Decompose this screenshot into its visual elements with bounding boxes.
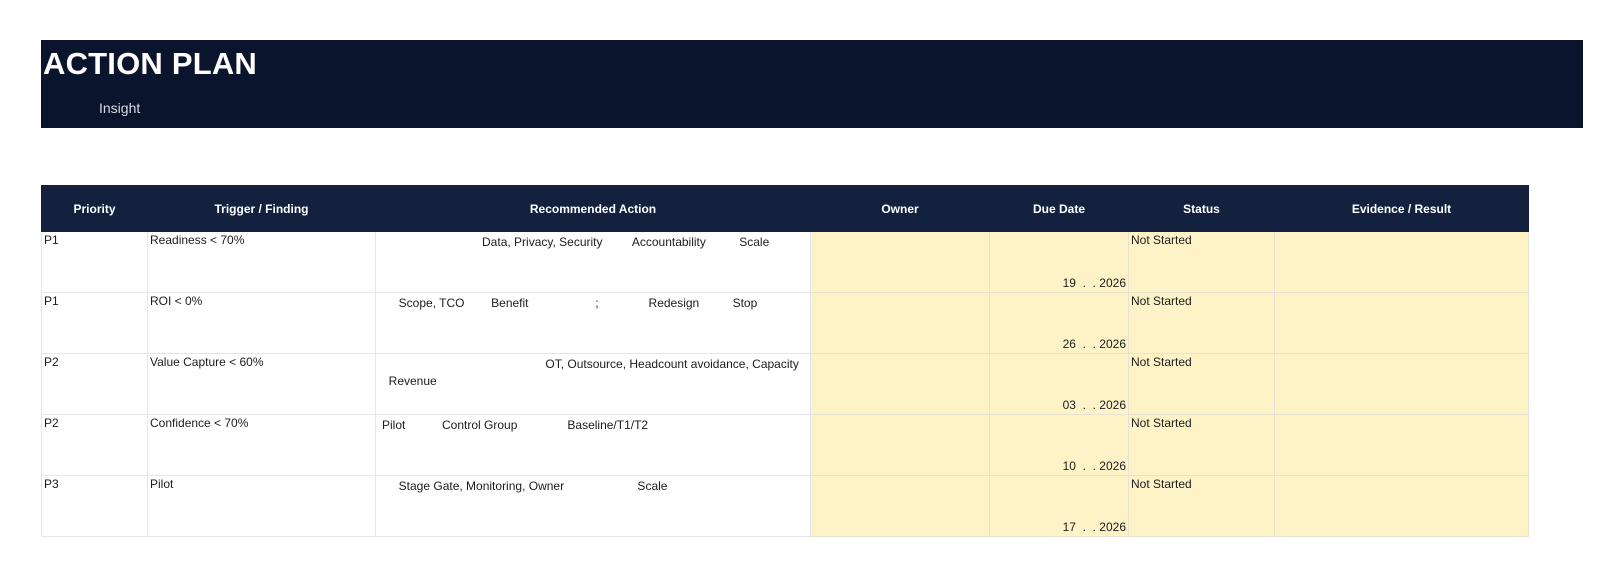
action-line: Pilot Control Group Baseline/T1/T2 [382, 418, 649, 432]
page-title: ACTION PLAN [43, 46, 258, 81]
cell-priority[interactable]: P1 [41, 292, 148, 354]
due-date-value: 10 . . 2026 [1062, 459, 1126, 473]
cell-due-date[interactable]: 03 . . 2026 [989, 353, 1129, 415]
cell-due-date[interactable]: 10 . . 2026 [989, 414, 1129, 476]
cell-priority[interactable]: P2 [41, 414, 148, 476]
cell-owner[interactable] [810, 353, 990, 415]
cell-priority[interactable]: P1 [41, 231, 148, 293]
table-row: P1 Readiness < 70% Data, Privacy, Securi… [41, 231, 1529, 293]
due-date-value: 17 . . 2026 [1062, 520, 1126, 534]
cell-action[interactable]: Pilot Control Group Baseline/T1/T2 [375, 414, 811, 476]
cell-priority[interactable]: P3 [41, 475, 148, 537]
header-owner[interactable]: Owner [810, 185, 990, 232]
cell-evidence[interactable] [1274, 292, 1529, 354]
header-due-date[interactable]: Due Date [989, 185, 1129, 232]
cell-evidence[interactable] [1274, 353, 1529, 415]
cell-status[interactable]: Not Started [1128, 414, 1275, 476]
cell-owner[interactable] [810, 231, 990, 293]
header-priority[interactable]: Priority [41, 185, 148, 232]
action-line: Scope, TCO Benefit ; Redesign Stop [382, 296, 758, 310]
due-date-value: 03 . . 2026 [1062, 398, 1126, 412]
cell-owner[interactable] [810, 414, 990, 476]
cell-status[interactable]: Not Started [1128, 353, 1275, 415]
table-row: P3 Pilot Stage Gate, Monitoring, Owner S… [41, 475, 1529, 537]
table-row: P2 Confidence < 70% Pilot Control Group … [41, 414, 1529, 476]
page-subtitle: Insight [99, 100, 141, 116]
cell-status[interactable]: Not Started [1128, 292, 1275, 354]
action-line: OT, Outsource, Headcount avoidance, Capa… [382, 357, 799, 371]
header-action[interactable]: Recommended Action [375, 185, 811, 232]
cell-trigger[interactable]: Confidence < 70% [147, 414, 376, 476]
due-date-value: 26 . . 2026 [1062, 337, 1126, 351]
cell-trigger[interactable]: Readiness < 70% [147, 231, 376, 293]
header-trigger[interactable]: Trigger / Finding [147, 185, 376, 232]
cell-due-date[interactable]: 17 . . 2026 [989, 475, 1129, 537]
due-date-value: 19 . . 2026 [1062, 276, 1126, 290]
action-line: Stage Gate, Monitoring, Owner Scale [382, 479, 668, 493]
header-status[interactable]: Status [1128, 185, 1275, 232]
cell-evidence[interactable] [1274, 231, 1529, 293]
header-evidence[interactable]: Evidence / Result [1274, 185, 1529, 232]
table-header-row: Priority Trigger / Finding Recommended A… [41, 185, 1529, 232]
action-plan-table: Priority Trigger / Finding Recommended A… [41, 185, 1529, 537]
action-line: Data, Privacy, Security Accountability S… [382, 235, 770, 249]
cell-owner[interactable] [810, 292, 990, 354]
cell-action[interactable]: OT, Outsource, Headcount avoidance, Capa… [375, 353, 811, 415]
title-banner: ACTION PLAN Insight [41, 40, 1583, 128]
cell-action[interactable]: Data, Privacy, Security Accountability S… [375, 231, 811, 293]
cell-evidence[interactable] [1274, 475, 1529, 537]
cell-due-date[interactable]: 26 . . 2026 [989, 292, 1129, 354]
cell-owner[interactable] [810, 475, 990, 537]
cell-trigger[interactable]: Value Capture < 60% [147, 353, 376, 415]
cell-due-date[interactable]: 19 . . 2026 [989, 231, 1129, 293]
cell-action[interactable]: Scope, TCO Benefit ; Redesign Stop [375, 292, 811, 354]
action-line: Revenue [382, 374, 437, 388]
cell-trigger[interactable]: Pilot [147, 475, 376, 537]
cell-priority[interactable]: P2 [41, 353, 148, 415]
cell-trigger[interactable]: ROI < 0% [147, 292, 376, 354]
table-row: P1 ROI < 0% Scope, TCO Benefit ; Redesig… [41, 292, 1529, 354]
cell-action[interactable]: Stage Gate, Monitoring, Owner Scale [375, 475, 811, 537]
cell-evidence[interactable] [1274, 414, 1529, 476]
cell-status[interactable]: Not Started [1128, 231, 1275, 293]
cell-status[interactable]: Not Started [1128, 475, 1275, 537]
table-row: P2 Value Capture < 60% OT, Outsource, He… [41, 353, 1529, 415]
